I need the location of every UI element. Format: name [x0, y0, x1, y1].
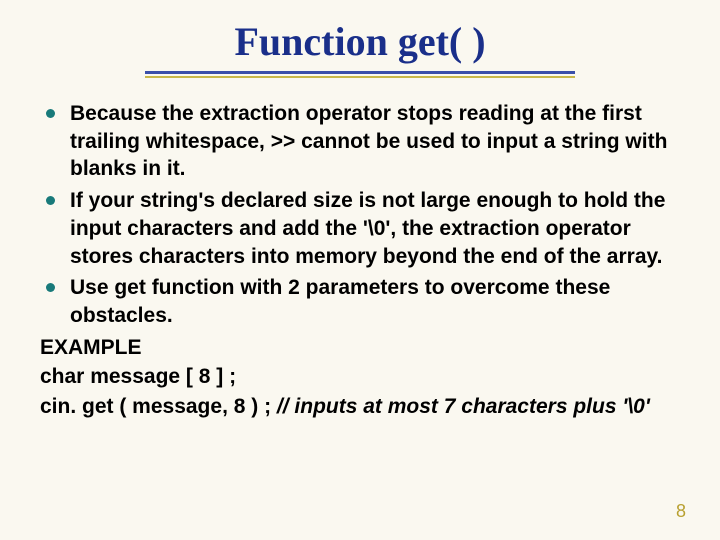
bullet-text: Because the extraction operator stops re…	[70, 102, 667, 180]
title-underline	[145, 71, 575, 78]
rule-bottom	[145, 76, 575, 78]
slide-title: Function get( )	[234, 18, 485, 65]
title-wrap: Function get( )	[40, 18, 680, 65]
code-line-1: char message [ 8 ] ;	[40, 363, 680, 391]
bullet-dot-icon	[46, 109, 55, 118]
bullet-text: If your string's declared size is not la…	[70, 189, 665, 267]
bullet-item: Because the extraction operator stops re…	[40, 100, 680, 183]
bullet-dot-icon	[46, 283, 55, 292]
bullet-dot-icon	[46, 196, 55, 205]
content-area: Because the extraction operator stops re…	[40, 100, 680, 421]
bullet-item: If your string's declared size is not la…	[40, 187, 680, 270]
code-comment: // inputs at most 7 characters plus '\0'	[277, 395, 650, 418]
bullet-list: Because the extraction operator stops re…	[40, 100, 680, 330]
rule-top	[145, 71, 575, 74]
bullet-text: Use get function with 2 parameters to ov…	[70, 276, 610, 327]
code-text: cin. get ( message, 8 ) ;	[40, 395, 277, 418]
slide: Function get( ) Because the extraction o…	[0, 0, 720, 540]
example-label: EXAMPLE	[40, 334, 680, 362]
bullet-item: Use get function with 2 parameters to ov…	[40, 274, 680, 329]
page-number: 8	[676, 501, 686, 522]
code-line-2: cin. get ( message, 8 ) ; // inputs at m…	[40, 393, 680, 421]
